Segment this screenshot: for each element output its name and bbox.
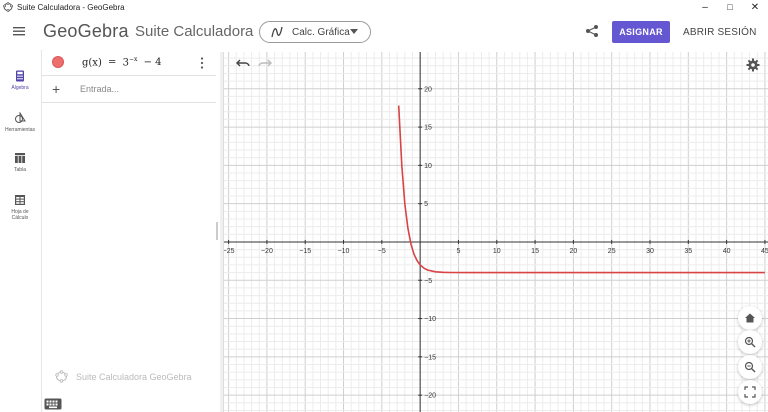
zoom-out-icon (744, 361, 756, 373)
share-icon[interactable] (585, 24, 599, 38)
gear-icon[interactable] (746, 58, 760, 72)
window-titlebar: Suite Calculadora - GeoGebra – □ ✕ (0, 0, 768, 14)
zoom-in-button[interactable] (738, 330, 762, 354)
rail-label-table: Tabla (14, 167, 26, 173)
tool-rail: Álgebra Herramientas Tabla Hoja de Cálcu… (0, 56, 40, 412)
y-tick-label: 15 (424, 125, 432, 132)
x-tick-label: 45 (761, 248, 768, 255)
home-icon (745, 313, 755, 323)
undo-icon[interactable] (236, 58, 250, 68)
watermark-text: Suite Calculadora GeoGebra (76, 371, 192, 382)
rail-item-spreadsheet[interactable]: Hoja de Cálculo (0, 194, 40, 230)
redo-icon[interactable] (258, 58, 272, 68)
y-tick-label: −20 (424, 393, 436, 400)
spreadsheet-icon (15, 195, 25, 205)
zoom-out-button[interactable] (738, 355, 762, 379)
rail-label-tools: Herramientas (4, 127, 35, 133)
function-formula[interactable]: g(x) = 3−x − 4 (82, 56, 162, 68)
home-view-button[interactable] (738, 306, 762, 330)
formula-lhs: g(x) (82, 57, 102, 69)
formula-rest: − 4 (143, 57, 162, 69)
x-tick-label: 25 (608, 248, 616, 255)
app-switch-dropdown[interactable]: Calc. Gráfica (259, 21, 371, 43)
app-header: GeoGebra Suite Calculadora Calc. Gráfica… (0, 14, 768, 50)
more-options-icon[interactable] (200, 56, 204, 70)
table-icon (15, 153, 25, 163)
tools-icon (15, 112, 26, 123)
x-tick-label: −5 (378, 248, 386, 255)
x-tick-label: 5 (457, 248, 461, 255)
fullscreen-button[interactable] (738, 380, 762, 404)
close-window-button[interactable]: ✕ (743, 0, 767, 14)
minimize-button[interactable]: – (693, 0, 717, 14)
x-tick-label: −25 (224, 248, 235, 255)
x-tick-label: 30 (646, 248, 654, 255)
rail-item-table[interactable]: Tabla (0, 152, 40, 188)
rail-label-algebra: Álgebra (11, 85, 29, 91)
x-tick-label: 15 (531, 248, 539, 255)
formula-equals: = (108, 57, 117, 69)
chevron-down-icon (350, 29, 358, 34)
maximize-button[interactable]: □ (718, 0, 742, 14)
rail-item-tools[interactable]: Herramientas (0, 112, 40, 148)
rail-label-spreadsheet: Hoja de Cálculo (11, 209, 29, 221)
y-tick-label: 10 (424, 163, 432, 170)
x-tick-label: 20 (569, 248, 577, 255)
window-title: Suite Calculadora - GeoGebra (17, 2, 125, 12)
algebra-input-row[interactable]: + Entrada... (42, 77, 216, 103)
zoom-in-icon (744, 336, 756, 348)
y-tick-label: 5 (424, 201, 428, 208)
formula-exponent: −x (128, 56, 138, 63)
brand-logo-text: GeoGebra (43, 21, 129, 41)
geogebra-logo-icon (3, 2, 13, 12)
function-plot[interactable]: −25 −20 −15 −10 −5 5 10 15 20 25 30 35 40 45 20 15 10 5 −5… (224, 52, 768, 412)
y-tick-label: −10 (424, 316, 436, 323)
y-tick-label: −5 (424, 278, 432, 285)
function-curve (397, 105, 765, 274)
assign-button[interactable]: ASIGNAR (612, 21, 670, 43)
y-tick-label: −15 (424, 354, 436, 361)
visibility-toggle[interactable] (52, 56, 64, 68)
x-tick-label: 10 (493, 248, 501, 255)
x-tick-label: −10 (338, 248, 350, 255)
sign-in-button[interactable]: ABRIR SESIÓN (683, 21, 757, 43)
graphing-app-icon (271, 26, 283, 38)
keyboard-icon[interactable] (44, 398, 62, 410)
fullscreen-icon (744, 386, 756, 398)
algebra-row-g[interactable]: g(x) = 3−x − 4 (42, 50, 216, 76)
graphics-view[interactable]: −25 −20 −15 −10 −5 5 10 15 20 25 30 35 40 45 20 15 10 5 −5… (224, 52, 768, 412)
panel-resize-handle[interactable] (216, 222, 218, 240)
geogebra-logo-icon (55, 370, 68, 383)
algebra-input[interactable]: Entrada... (80, 84, 119, 94)
x-tick-label: 40 (723, 248, 731, 255)
rail-item-algebra[interactable]: Álgebra (0, 70, 40, 106)
x-tick-label: 35 (684, 248, 692, 255)
y-tick-label: 20 (424, 86, 432, 93)
calculator-icon (16, 70, 24, 82)
x-tick-label: −15 (299, 248, 311, 255)
hamburger-menu-icon[interactable] (12, 24, 26, 38)
suite-watermark: Suite Calculadora GeoGebra (55, 370, 192, 383)
app-switch-label: Calc. Gráfica (292, 26, 350, 38)
x-tick-label: −20 (261, 248, 273, 255)
algebra-panel: g(x) = 3−x − 4 + Entrada... Suite Calcul… (41, 50, 222, 412)
app-name: Suite Calculadora (135, 23, 254, 40)
add-icon[interactable]: + (52, 81, 60, 97)
